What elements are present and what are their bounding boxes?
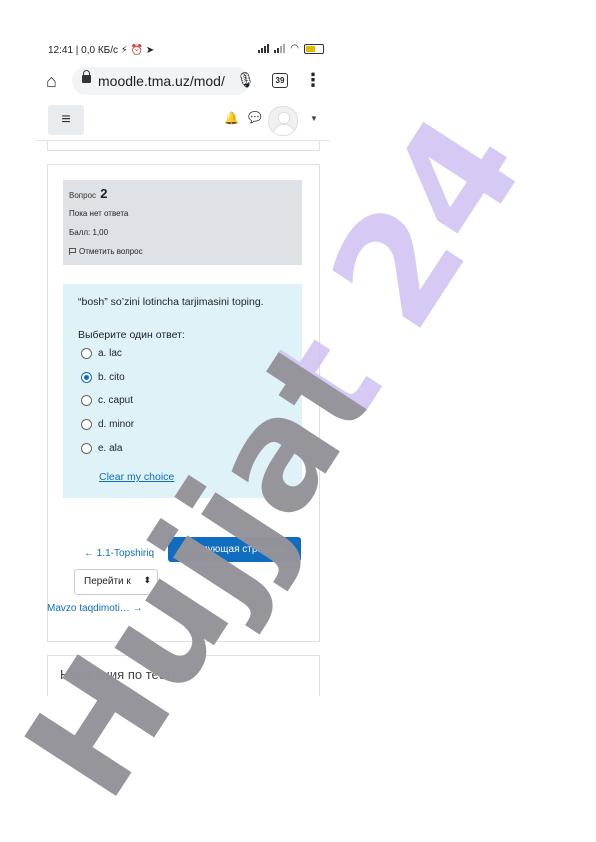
status-left-text: 12:41 | 0,0 КБ/с ⚡ ⏰ ➤ (48, 45, 155, 56)
avatar[interactable] (268, 106, 298, 136)
question-mark: Балл: 1,00 (69, 228, 109, 237)
clear-choice-link[interactable]: Clear my choice (99, 471, 174, 483)
site-header: ≡ 🔔 💬 ▼ (36, 100, 330, 141)
lock-icon (82, 70, 91, 83)
question-info: Вопрос 2 Пока нет ответа Балл: 1,00 Отме… (63, 180, 302, 265)
chat-icon[interactable]: 💬 (248, 111, 262, 124)
radio-button[interactable] (81, 372, 92, 383)
question-state: Пока нет ответа (69, 209, 129, 218)
question-number: Вопрос 2 (69, 186, 108, 201)
answer-option[interactable]: a. lac (81, 348, 122, 359)
select-arrows-icon: ⬍ (143, 575, 151, 585)
radio-button[interactable] (81, 419, 92, 430)
more-menu-icon[interactable]: ⋮ (304, 70, 322, 91)
next-activity-link[interactable]: Mavzo taqdimoti… → (47, 603, 143, 614)
signal-icon-2 (274, 44, 286, 53)
radio-button[interactable] (81, 443, 92, 454)
answer-option[interactable]: d. minor (81, 419, 134, 430)
bell-icon[interactable]: 🔔 (224, 111, 239, 125)
next-page-button[interactable]: Следующая страница (168, 537, 301, 562)
address-bar[interactable]: moodle.tma.uz/mod/ (72, 67, 250, 95)
browser-toolbar: ⌂ moodle.tma.uz/mod/ 🎙 39 ⋮ (40, 64, 330, 98)
status-bar: 12:41 | 0,0 КБ/с ⚡ ⏰ ➤ ◠ (48, 42, 324, 60)
previous-page-link[interactable]: ← 1.1-Topshiriq (84, 548, 154, 559)
radio-button[interactable] (81, 395, 92, 406)
quiz-navigation-title: Навигация по тесту (60, 667, 178, 682)
answer-option[interactable]: b. cito (81, 372, 125, 383)
radio-button[interactable] (81, 348, 92, 359)
home-icon[interactable]: ⌂ (46, 71, 66, 91)
question-text: “bosh” so’zini lotincha tarjimasini topi… (78, 296, 264, 308)
tab-count-button[interactable]: 39 (272, 73, 288, 88)
question-content: “bosh” so’zini lotincha tarjimasini topi… (63, 284, 302, 498)
answer-option[interactable]: c. caput (81, 395, 133, 406)
flag-icon (69, 248, 76, 255)
chevron-down-icon[interactable]: ▼ (310, 114, 318, 123)
answer-prompt: Выберите один ответ: (78, 329, 185, 341)
previous-card-bottom (47, 140, 320, 151)
wifi-icon: ◠ (290, 43, 299, 54)
answer-option[interactable]: e. ala (81, 443, 122, 454)
url-text: moodle.tma.uz/mod/ (98, 73, 225, 89)
jump-to-select[interactable]: Перейти к ⬍ (74, 569, 158, 595)
signal-icon (258, 44, 270, 53)
battery-icon (304, 43, 324, 54)
microphone-icon[interactable]: 🎙 (236, 71, 255, 89)
flag-question-link[interactable]: Отметить вопрос (69, 247, 143, 256)
menu-toggle-button[interactable]: ≡ (48, 105, 84, 135)
